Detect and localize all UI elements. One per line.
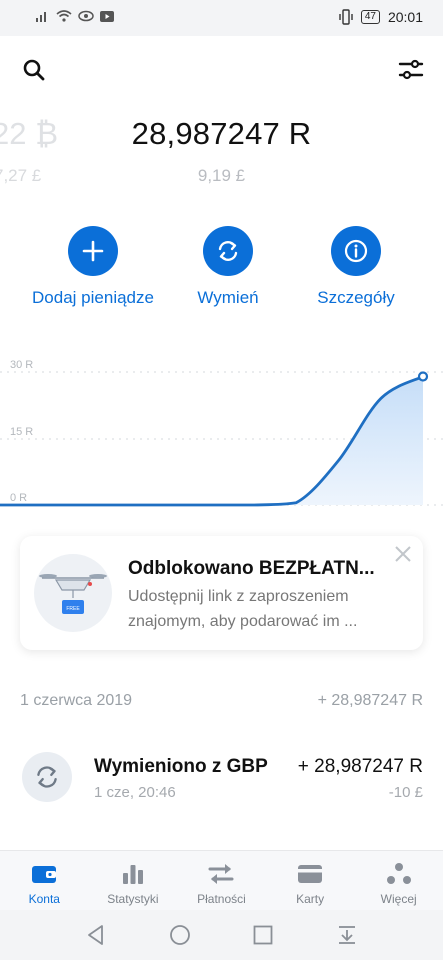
tab-statistics[interactable]: Statystyki (89, 851, 178, 910)
system-navigation-bar (0, 910, 443, 960)
tab-label: Płatności (197, 892, 246, 906)
balance-area (0, 376, 423, 505)
more-dots-icon (354, 861, 443, 887)
exchange-icon (203, 226, 253, 276)
transaction-amount-converted: -10 £ (388, 784, 423, 801)
y-tick-label: 0 R (10, 492, 27, 504)
add-money-label: Dodaj pieniądze (32, 288, 154, 307)
tab-label: Statystyki (107, 892, 159, 906)
youtube-icon (100, 10, 114, 22)
tab-accounts[interactable]: Konta (0, 851, 89, 910)
status-bar: 47 20:01 (0, 0, 443, 36)
info-icon (331, 226, 381, 276)
accounts-screen: 22 ₿ 7,27 £ 28,987247 R 9,19 £ Dodaj pie… (0, 36, 443, 850)
tab-label: Karty (296, 892, 325, 906)
status-icons-left (36, 10, 114, 22)
clock: 20:01 (387, 9, 423, 25)
status-icons-right: 47 20:01 (339, 9, 423, 25)
y-tick-label: 15 R (10, 426, 33, 438)
history-date-header: 1 czerwca 2019 + 28,987247 R (20, 692, 423, 710)
wifi-icon (56, 10, 72, 22)
recents-icon[interactable] (251, 923, 275, 947)
tab-payments[interactable]: Płatności (177, 851, 266, 910)
invite-promo-card[interactable]: FREE Odblokowano BEZPŁATN... Udostępnij … (20, 536, 423, 650)
promo-text: Udostępnij link z zaproszeniem znajomym,… (128, 588, 358, 630)
bar-chart-icon (89, 861, 178, 887)
svg-text:FREE: FREE (66, 606, 80, 612)
exchange-icon (22, 752, 72, 802)
sliders-icon[interactable] (397, 56, 425, 84)
details-label: Szczegóły (317, 288, 395, 307)
card-icon (266, 861, 355, 887)
wallet-icon (0, 861, 89, 887)
transaction-row[interactable]: Wymieniono z GBP 1 cze, 20:46 + 28,98724… (0, 748, 443, 818)
drone-gift-illustration: FREE (34, 554, 112, 632)
tab-cards[interactable]: Karty (266, 851, 355, 910)
home-icon[interactable] (168, 923, 192, 947)
signal-icon (36, 12, 46, 22)
tab-label: Konta (28, 892, 60, 906)
account-balance-converted: 9,19 £ (197, 166, 246, 185)
battery-level: 47 (360, 10, 380, 24)
bottom-tab-bar: Konta Statystyki Płatności Karty Więcej (0, 850, 443, 910)
add-money-button[interactable]: Dodaj pieniądze (18, 226, 168, 308)
history-day-total: + 28,987247 R (317, 692, 423, 709)
y-tick-label: 30 R (10, 359, 33, 371)
balance-chart: 30 R 15 R 0 R (0, 359, 443, 507)
transaction-title: Wymieniono z GBP (94, 756, 268, 777)
back-icon[interactable] (84, 923, 108, 947)
details-button[interactable]: Szczegóły (281, 226, 431, 308)
eye-icon (78, 10, 94, 22)
transaction-time: 1 cze, 20:46 (94, 784, 176, 801)
account-balance: 28,987247 R (131, 116, 312, 151)
promo-title: Odblokowano BEZPŁATN... (128, 558, 375, 579)
plus-icon (68, 226, 118, 276)
close-icon[interactable] (393, 544, 413, 564)
latest-point[interactable] (417, 371, 429, 382)
search-icon[interactable] (20, 56, 48, 84)
tab-more[interactable]: Więcej (354, 851, 443, 910)
transaction-amount: + 28,987247 R (297, 756, 423, 777)
transfer-arrows-icon (177, 861, 266, 887)
history-date: 1 czerwca 2019 (20, 692, 133, 709)
vibrate-icon (339, 9, 353, 25)
notification-pull-icon[interactable] (335, 923, 359, 947)
tab-label: Więcej (380, 892, 417, 906)
